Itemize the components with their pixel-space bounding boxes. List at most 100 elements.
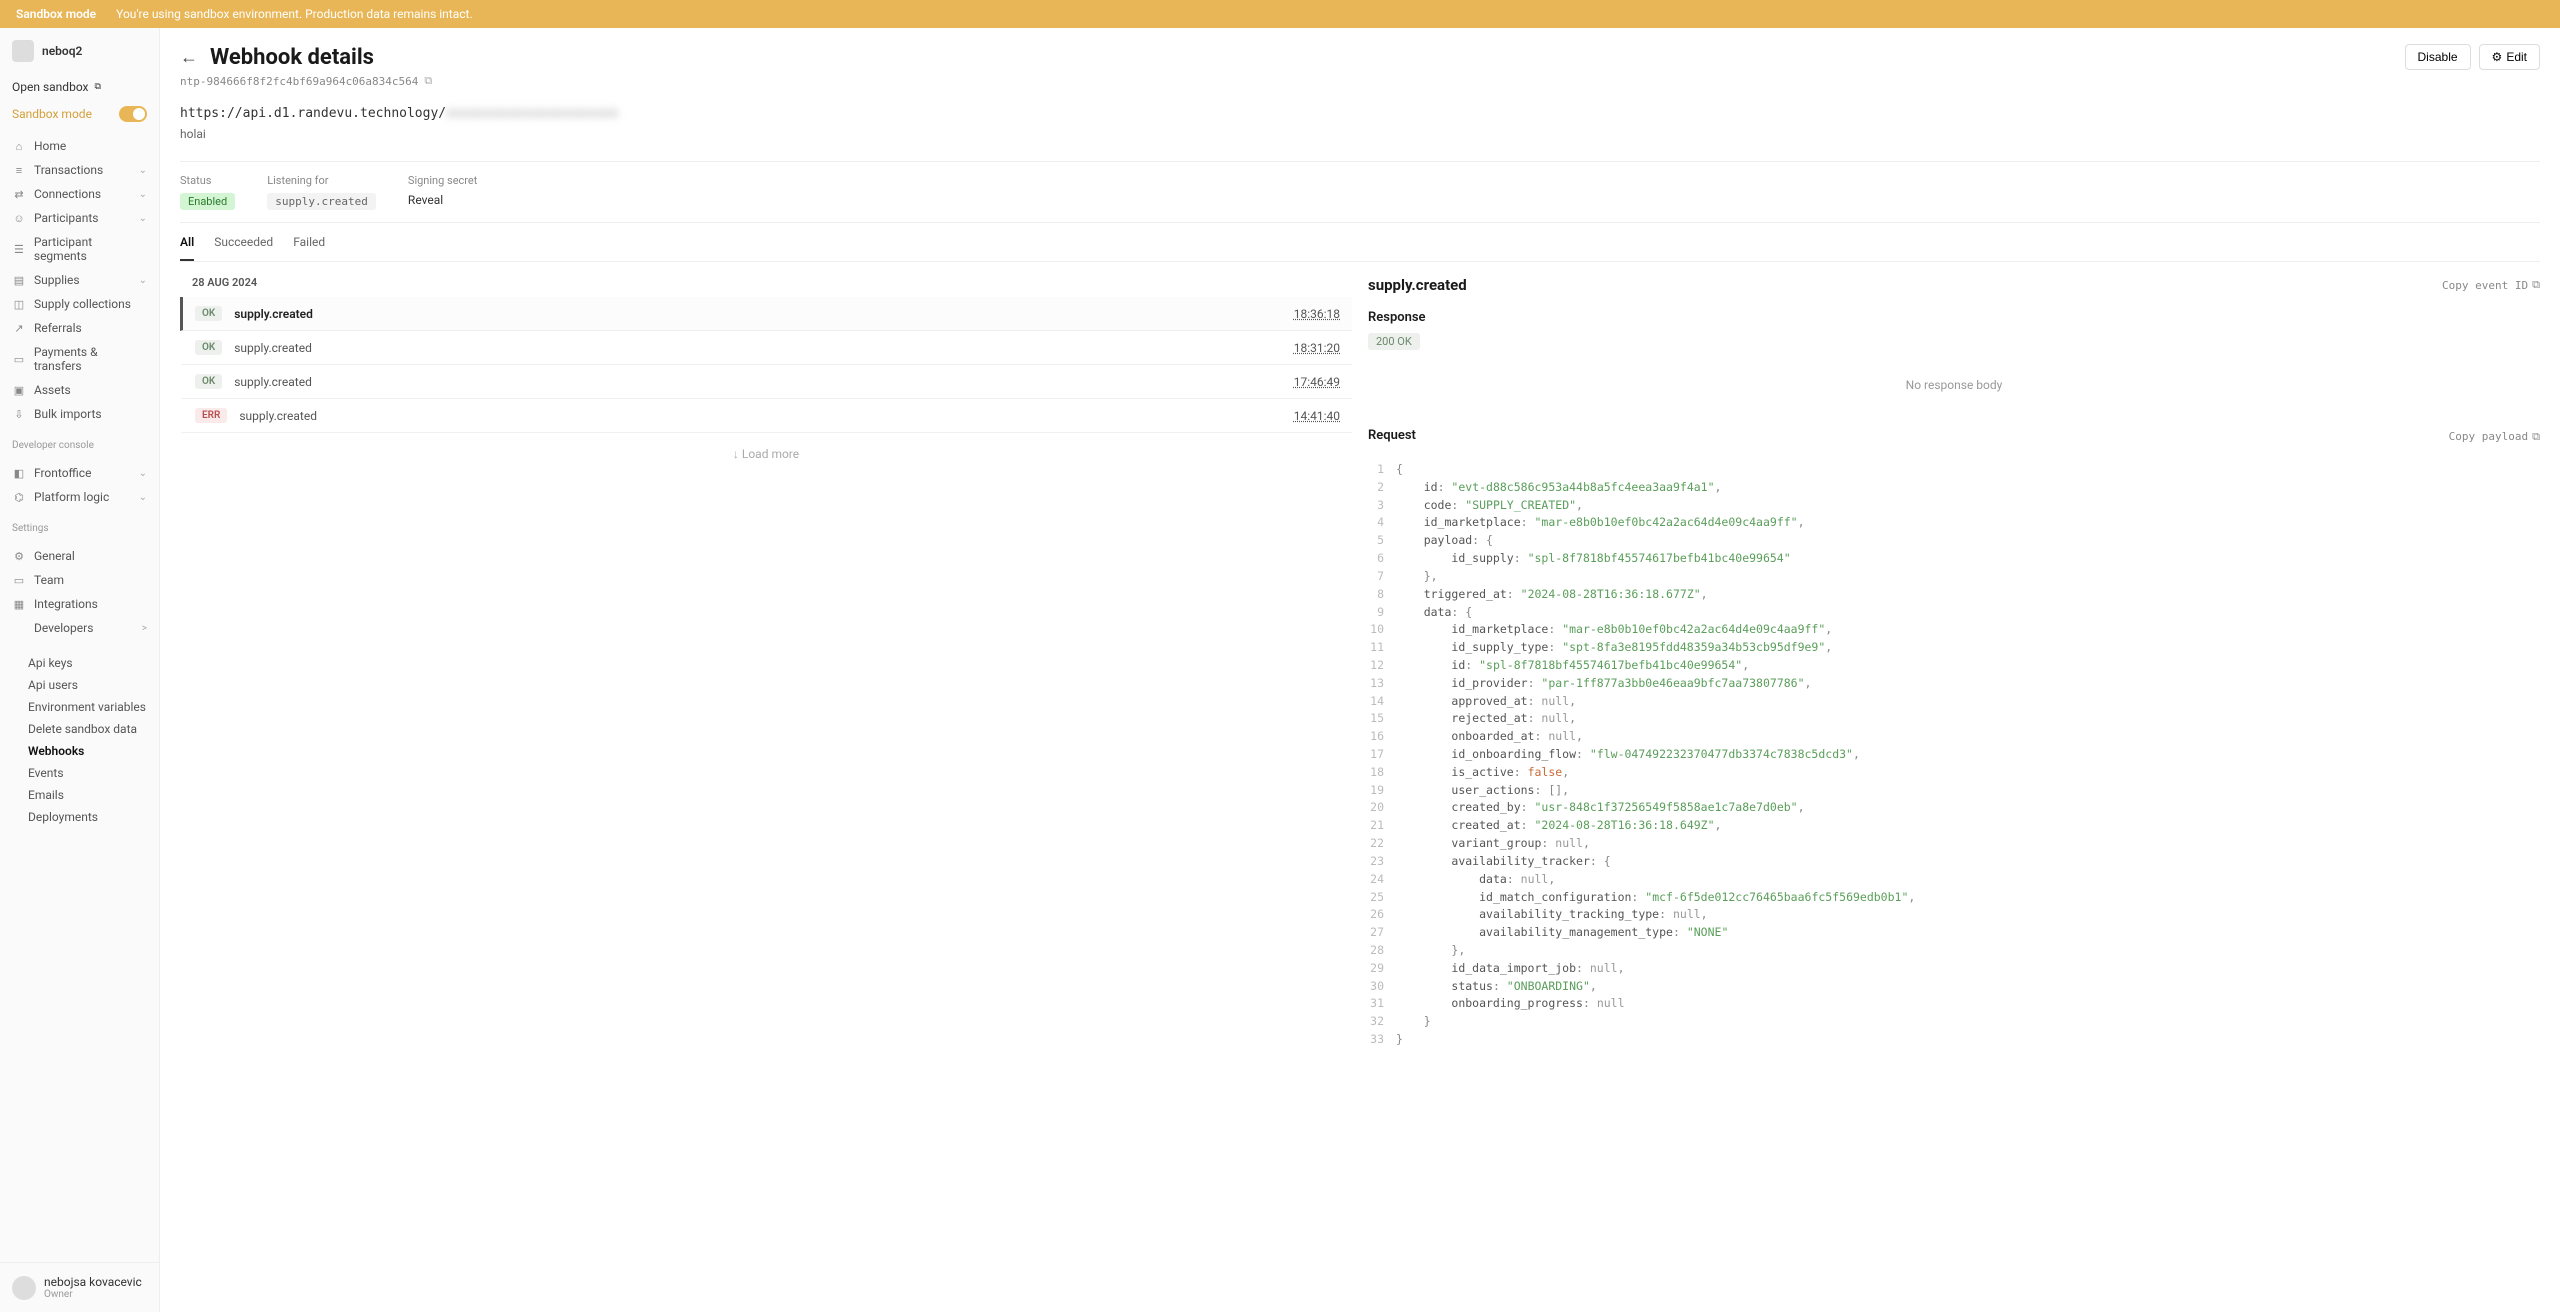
frontoffice-icon: ◧ (12, 467, 26, 480)
nav-sub-api-users[interactable]: Api users (0, 674, 159, 696)
date-group-header: 28 AUG 2024 (180, 262, 1352, 297)
nav-item-supplies[interactable]: ▤Supplies⌄ (0, 268, 159, 292)
nav-item-developers[interactable]: Developers> (0, 616, 159, 640)
logic-icon: ⌬ (12, 491, 26, 504)
event-row[interactable]: OKsupply.created18:36:18 (180, 297, 1352, 331)
event-name: supply.created (239, 409, 317, 423)
event-row[interactable]: OKsupply.created17:46:49 (180, 365, 1352, 399)
no-response-body: No response body (1368, 358, 2540, 416)
copy-id-icon[interactable]: ⧉ (424, 74, 432, 88)
event-name: supply.created (234, 307, 313, 321)
transactions-icon: ≡ (12, 164, 26, 177)
nav-sub-delete-sandbox-data[interactable]: Delete sandbox data (0, 718, 159, 740)
sandbox-toggle[interactable] (119, 106, 147, 122)
workspace-avatar (12, 40, 34, 62)
segments-icon: ☰ (12, 243, 26, 256)
home-icon: ⌂ (12, 140, 26, 153)
request-section-label: Request (1368, 428, 1416, 443)
event-status-badge: ERR (195, 408, 227, 423)
nav-item-assets[interactable]: ▣Assets (0, 378, 159, 402)
nav-item-bulk-imports[interactable]: ⇩Bulk imports (0, 402, 159, 426)
back-button[interactable]: ← (180, 47, 198, 68)
supplies-icon: ▤ (12, 274, 26, 287)
reveal-secret-button[interactable]: Reveal (408, 193, 443, 207)
chevron-down-icon: ⌄ (139, 492, 147, 503)
nav-sub-emails[interactable]: Emails (0, 784, 159, 806)
sandbox-mode-toggle-row: Sandbox mode (0, 100, 159, 128)
nav-sub-webhooks[interactable]: Webhooks (0, 740, 159, 762)
user-avatar (12, 1276, 36, 1300)
copy-event-id-button[interactable]: Copy event ID ⧉ (2442, 278, 2540, 292)
nav-item-team[interactable]: ▭Team (0, 568, 159, 592)
event-row[interactable]: ERRsupply.created14:41:40 (180, 399, 1352, 433)
payments-icon: ▭ (12, 353, 26, 366)
load-more-button[interactable]: ↓ Load more (180, 433, 1352, 475)
nav-item-supply-collections[interactable]: ◫Supply collections (0, 292, 159, 316)
chevron-down-icon: ⌄ (139, 275, 147, 286)
chevron-down-icon: ⌄ (139, 468, 147, 479)
workspace-switcher[interactable]: neboq2 (0, 28, 159, 74)
tab-all[interactable]: All (180, 235, 194, 261)
status-badge: Enabled (180, 193, 235, 210)
webhook-description: holai (180, 127, 2540, 141)
open-sandbox-link[interactable]: Open sandbox ⧉ (0, 74, 159, 100)
sidebar: neboq2 Open sandbox ⧉ Sandbox mode ⌂Home… (0, 28, 160, 1312)
edit-button[interactable]: ⚙ Edit (2479, 44, 2540, 70)
webhook-url: https://api.d1.randevu.technology/xxxxxx… (180, 106, 2540, 121)
event-time: 17:46:49 (1294, 375, 1340, 389)
event-status-badge: OK (195, 306, 222, 321)
nav-item-referrals[interactable]: ↗Referrals (0, 316, 159, 340)
nav-item-integrations[interactable]: ▦Integrations (0, 592, 159, 616)
gear-icon: ⚙ (2492, 50, 2503, 64)
sidebar-user[interactable]: nebojsa kovacevic Owner (0, 1262, 159, 1312)
chevron-down-icon: > (142, 623, 147, 634)
event-filter-tabs: All Succeeded Failed (180, 223, 2540, 262)
team-icon: ▭ (12, 574, 26, 587)
connections-icon: ⇄ (12, 188, 26, 201)
chevron-down-icon: ⌄ (139, 165, 147, 176)
nav-item-transactions[interactable]: ≡Transactions⌄ (0, 158, 159, 182)
tab-failed[interactable]: Failed (293, 235, 325, 261)
general-icon: ⚙ (12, 550, 26, 563)
event-time: 18:31:20 (1294, 341, 1340, 355)
participants-icon: ☺ (12, 212, 26, 225)
collections-icon: ◫ (12, 298, 26, 311)
external-link-icon: ⧉ (95, 82, 101, 92)
sandbox-banner: Sandbox mode You're using sandbox enviro… (0, 0, 2560, 28)
chevron-down-icon: ⌄ (139, 213, 147, 224)
event-row[interactable]: OKsupply.created18:31:20 (180, 331, 1352, 365)
nav-heading-developer: Developer console (0, 432, 159, 455)
listening-label: Listening for (267, 174, 376, 187)
status-label: Status (180, 174, 235, 187)
event-detail-title: supply.created (1368, 276, 1467, 294)
nav-sub-events[interactable]: Events (0, 762, 159, 784)
nav-item-payments-transfers[interactable]: ▭Payments & transfers (0, 340, 159, 378)
integrations-icon: ▦ (12, 598, 26, 611)
nav-item-participants[interactable]: ☺Participants⌄ (0, 206, 159, 230)
banner-text: You're using sandbox environment. Produc… (116, 7, 472, 21)
chevron-down-icon: ⌄ (139, 189, 147, 200)
nav-item-platform-logic[interactable]: ⌬Platform logic⌄ (0, 485, 159, 509)
event-name: supply.created (234, 341, 312, 355)
nav-item-participant-segments[interactable]: ☰Participant segments (0, 230, 159, 268)
nav-sub-deployments[interactable]: Deployments (0, 806, 159, 828)
event-name: supply.created (234, 375, 312, 389)
copy-payload-button[interactable]: Copy payload ⧉ (2449, 430, 2540, 444)
nav-item-connections[interactable]: ⇄Connections⌄ (0, 182, 159, 206)
nav-sub-api-keys[interactable]: Api keys (0, 652, 159, 674)
response-status-badge: 200 OK (1368, 333, 1420, 350)
request-payload-code: 1{2 id: "evt-d88c586c953a44b8a5fc4eea3aa… (1368, 457, 2540, 1053)
webhook-id: ntp-984666f8f2fc4bf69a964c06a834c564 (180, 75, 418, 88)
nav-item-frontoffice[interactable]: ◧Frontoffice⌄ (0, 461, 159, 485)
tab-succeeded[interactable]: Succeeded (214, 235, 273, 261)
nav-item-home[interactable]: ⌂Home (0, 134, 159, 158)
nav-item-general[interactable]: ⚙General (0, 544, 159, 568)
main-content: ← Webhook details Disable ⚙ Edit ntp-984… (160, 28, 2560, 1312)
assets-icon: ▣ (12, 384, 26, 397)
workspace-name: neboq2 (42, 44, 82, 58)
copy-icon: ⧉ (2532, 430, 2540, 444)
banner-label: Sandbox mode (16, 7, 96, 21)
disable-button[interactable]: Disable (2405, 44, 2471, 70)
download-icon: ↓ (733, 447, 739, 461)
nav-sub-environment-variables[interactable]: Environment variables (0, 696, 159, 718)
